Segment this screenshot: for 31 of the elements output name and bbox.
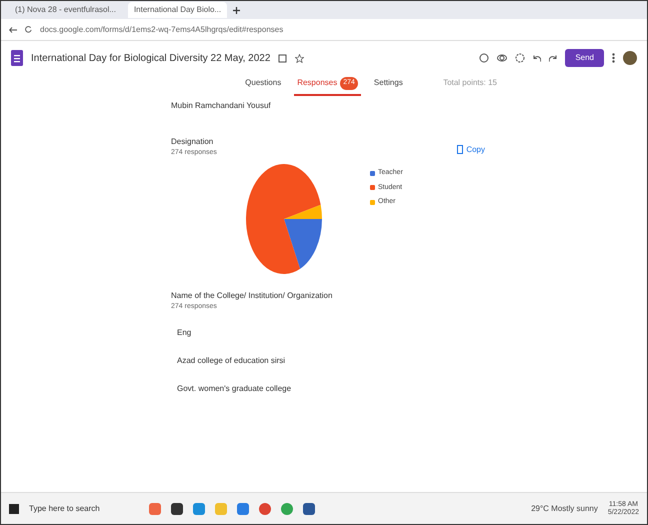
copy-icon: [457, 145, 464, 154]
question-title: Designation: [171, 136, 214, 148]
form-title: International Day for Biological Diversity 22 May, 2022: [31, 52, 270, 66]
redo-icon[interactable]: [549, 54, 558, 62]
star-icon[interactable]: [295, 54, 304, 62]
send-button[interactable]: Send: [565, 49, 604, 67]
browser-tab[interactable]: (1) Nova 28 - eventfulrasol...: [9, 2, 122, 18]
app-icon[interactable]: [171, 502, 183, 514]
reload-icon[interactable]: [25, 26, 32, 33]
form-tab[interactable]: Questions: [242, 75, 284, 96]
forms-icon[interactable]: [11, 50, 23, 66]
form-tab[interactable]: Settings: [370, 75, 406, 96]
start-icon[interactable]: [9, 504, 19, 514]
answer-text: Eng: [176, 326, 192, 339]
total-points: Total points: 15: [443, 77, 497, 89]
back-icon[interactable]: [9, 26, 17, 32]
copy-button[interactable]: Copy: [451, 136, 491, 164]
undo-icon[interactable]: [533, 54, 542, 62]
taskbar-search[interactable]: Type here to search: [29, 502, 139, 514]
new-tab-icon[interactable]: [233, 6, 240, 14]
browser-tab[interactable]: International Day Biolo...: [128, 2, 228, 18]
answer-text: Govt. women's graduate college: [176, 382, 292, 395]
avatar-icon[interactable]: [623, 51, 637, 65]
answer-text: Azad college of education sirsi: [176, 354, 286, 367]
app-icon[interactable]: [303, 502, 315, 514]
question-title: Name of the College/ Institution/ Organization: [171, 290, 332, 302]
preview-icon[interactable]: [497, 53, 508, 63]
answer-text: Mubin Ramchandani Yousuf: [171, 100, 272, 112]
address-bar[interactable]: docs.google.com/forms/d/1ems2-wq-7ems4A5lhgrqs/edit#responses: [40, 24, 639, 36]
weather-text[interactable]: 29°C Mostly sunny: [531, 502, 598, 514]
more-icon[interactable]: [612, 53, 615, 63]
